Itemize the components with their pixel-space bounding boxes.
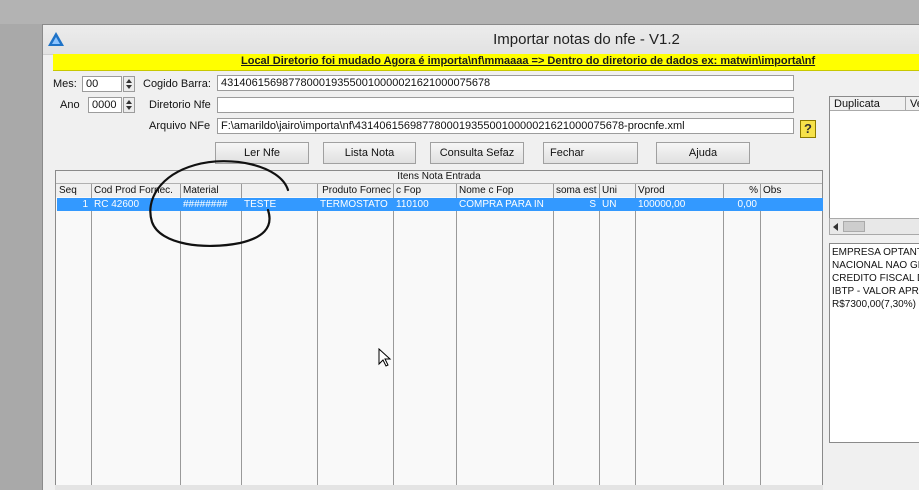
column-divider <box>180 184 181 489</box>
column-header-obs[interactable]: Obs <box>760 184 822 197</box>
column-divider <box>241 184 242 489</box>
column-header-soma-est[interactable]: soma est <box>553 184 599 197</box>
cell-cod-prod[interactable]: RC 42600 <box>91 198 180 211</box>
cell-material[interactable]: ######## <box>180 198 241 211</box>
cell-nome-c-fop[interactable]: COMPRA PARA IN <box>456 198 553 211</box>
consulta-sefaz-button[interactable]: Consulta Sefaz <box>430 142 524 164</box>
scroll-left-arrow-icon[interactable] <box>833 223 838 231</box>
info-banner: Local Diretorio foi mudado Agora é impor… <box>53 54 919 71</box>
itens-nota-grid[interactable]: Itens Nota Entrada Seq Cod Prod Fornec. … <box>55 170 823 490</box>
ano-label: Ano <box>60 99 80 111</box>
memo-line: R$7300,00(7,30%) <box>832 299 916 310</box>
column-header-seq[interactable]: Seq <box>56 184 91 197</box>
observacoes-memo[interactable]: EMPRESA OPTANTE NACIONAL NAO GERA CREDIT… <box>829 243 919 443</box>
column-header-material[interactable]: Material <box>180 184 241 197</box>
column-header-percent[interactable]: % <box>723 184 760 197</box>
scroll-thumb[interactable] <box>843 221 865 232</box>
title-bar[interactable]: Importar notas do nfe - V1.2 <box>43 25 919 55</box>
column-divider <box>553 184 554 489</box>
ler-nfe-button[interactable]: Ler Nfe <box>215 142 309 164</box>
up-arrow-icon <box>126 100 132 104</box>
cell-produto-fornec[interactable]: TERMOSTATO <box>317 198 393 211</box>
ano-input[interactable]: 0000 <box>88 97 122 113</box>
fechar-button[interactable]: Fechar <box>543 142 638 164</box>
down-arrow-icon <box>126 106 132 110</box>
column-header-c-fop[interactable]: c Fop <box>393 184 456 197</box>
cell-seq[interactable]: 1 <box>56 198 91 211</box>
column-divider <box>456 184 457 489</box>
column-divider <box>723 184 724 489</box>
window-title: Importar notas do nfe - V1.2 <box>493 31 680 48</box>
lista-nota-button[interactable]: Lista Nota <box>323 142 416 164</box>
column-divider <box>393 184 394 489</box>
memo-line: NACIONAL NAO GERA <box>832 260 919 271</box>
column-header-blank[interactable] <box>241 184 317 197</box>
column-divider <box>317 184 318 489</box>
mes-label: Mes: <box>53 78 77 90</box>
arquivo-input[interactable]: F:\amarildo\jairo\importa\nf\43140615698… <box>217 118 794 134</box>
arquivo-label: Arquivo NFe <box>149 120 211 132</box>
cell-uni[interactable]: UN <box>599 198 635 211</box>
grid-title: Itens Nota Entrada <box>56 171 822 184</box>
column-header-produto-fornec[interactable]: Produto Fornec <box>317 184 393 197</box>
mes-input[interactable]: 00 <box>82 76 122 92</box>
cell-obs[interactable] <box>760 198 822 211</box>
column-header-vencimento[interactable]: Ve <box>906 97 919 111</box>
mes-stepper[interactable] <box>123 76 135 92</box>
cell-descricao[interactable]: TESTE <box>241 198 317 211</box>
column-header-cod-prod[interactable]: Cod Prod Fornec. <box>91 184 180 197</box>
codigo-barra-input[interactable]: 4314061569877800019355001000002162100007… <box>217 75 794 91</box>
diretorio-label: Diretorio Nfe <box>149 99 211 111</box>
grid-horizontal-scrollbar[interactable] <box>55 485 823 490</box>
codigo-barra-label: Cogido Barra: <box>143 78 211 90</box>
column-header-nome-c-fop[interactable]: Nome c Fop <box>456 184 553 197</box>
desktop-background <box>0 0 919 24</box>
memo-line: IBTP - VALOR APROX <box>832 286 919 297</box>
duplicata-grid[interactable]: Duplicata Ve <box>829 96 919 231</box>
column-header-duplicata[interactable]: Duplicata <box>830 97 906 111</box>
column-header-uni[interactable]: Uni <box>599 184 635 197</box>
mouse-pointer-icon <box>378 348 392 367</box>
help-question-icon[interactable]: ? <box>800 120 816 138</box>
diretorio-input[interactable] <box>217 97 794 113</box>
banner-text: Local Diretorio foi mudado Agora é impor… <box>241 55 816 67</box>
cell-c-fop[interactable]: 110100 <box>393 198 456 211</box>
ano-stepper[interactable] <box>123 97 135 113</box>
column-divider <box>599 184 600 489</box>
column-divider <box>760 184 761 489</box>
duplicata-horizontal-scrollbar[interactable] <box>829 218 919 235</box>
column-divider <box>91 184 92 489</box>
app-window: Importar notas do nfe - V1.2 Local Diret… <box>42 24 919 490</box>
column-header-vprod[interactable]: Vprod <box>635 184 723 197</box>
column-divider <box>635 184 636 489</box>
memo-line: CREDITO FISCAL DE <box>832 273 919 284</box>
memo-line: EMPRESA OPTANTE <box>832 247 919 258</box>
ajuda-button[interactable]: Ajuda <box>656 142 750 164</box>
up-arrow-icon <box>126 79 132 83</box>
cell-percent[interactable]: 0,00 <box>723 198 760 211</box>
down-arrow-icon <box>126 85 132 89</box>
cell-vprod[interactable]: 100000,00 <box>635 198 723 211</box>
cell-soma-est[interactable]: S <box>553 198 599 211</box>
